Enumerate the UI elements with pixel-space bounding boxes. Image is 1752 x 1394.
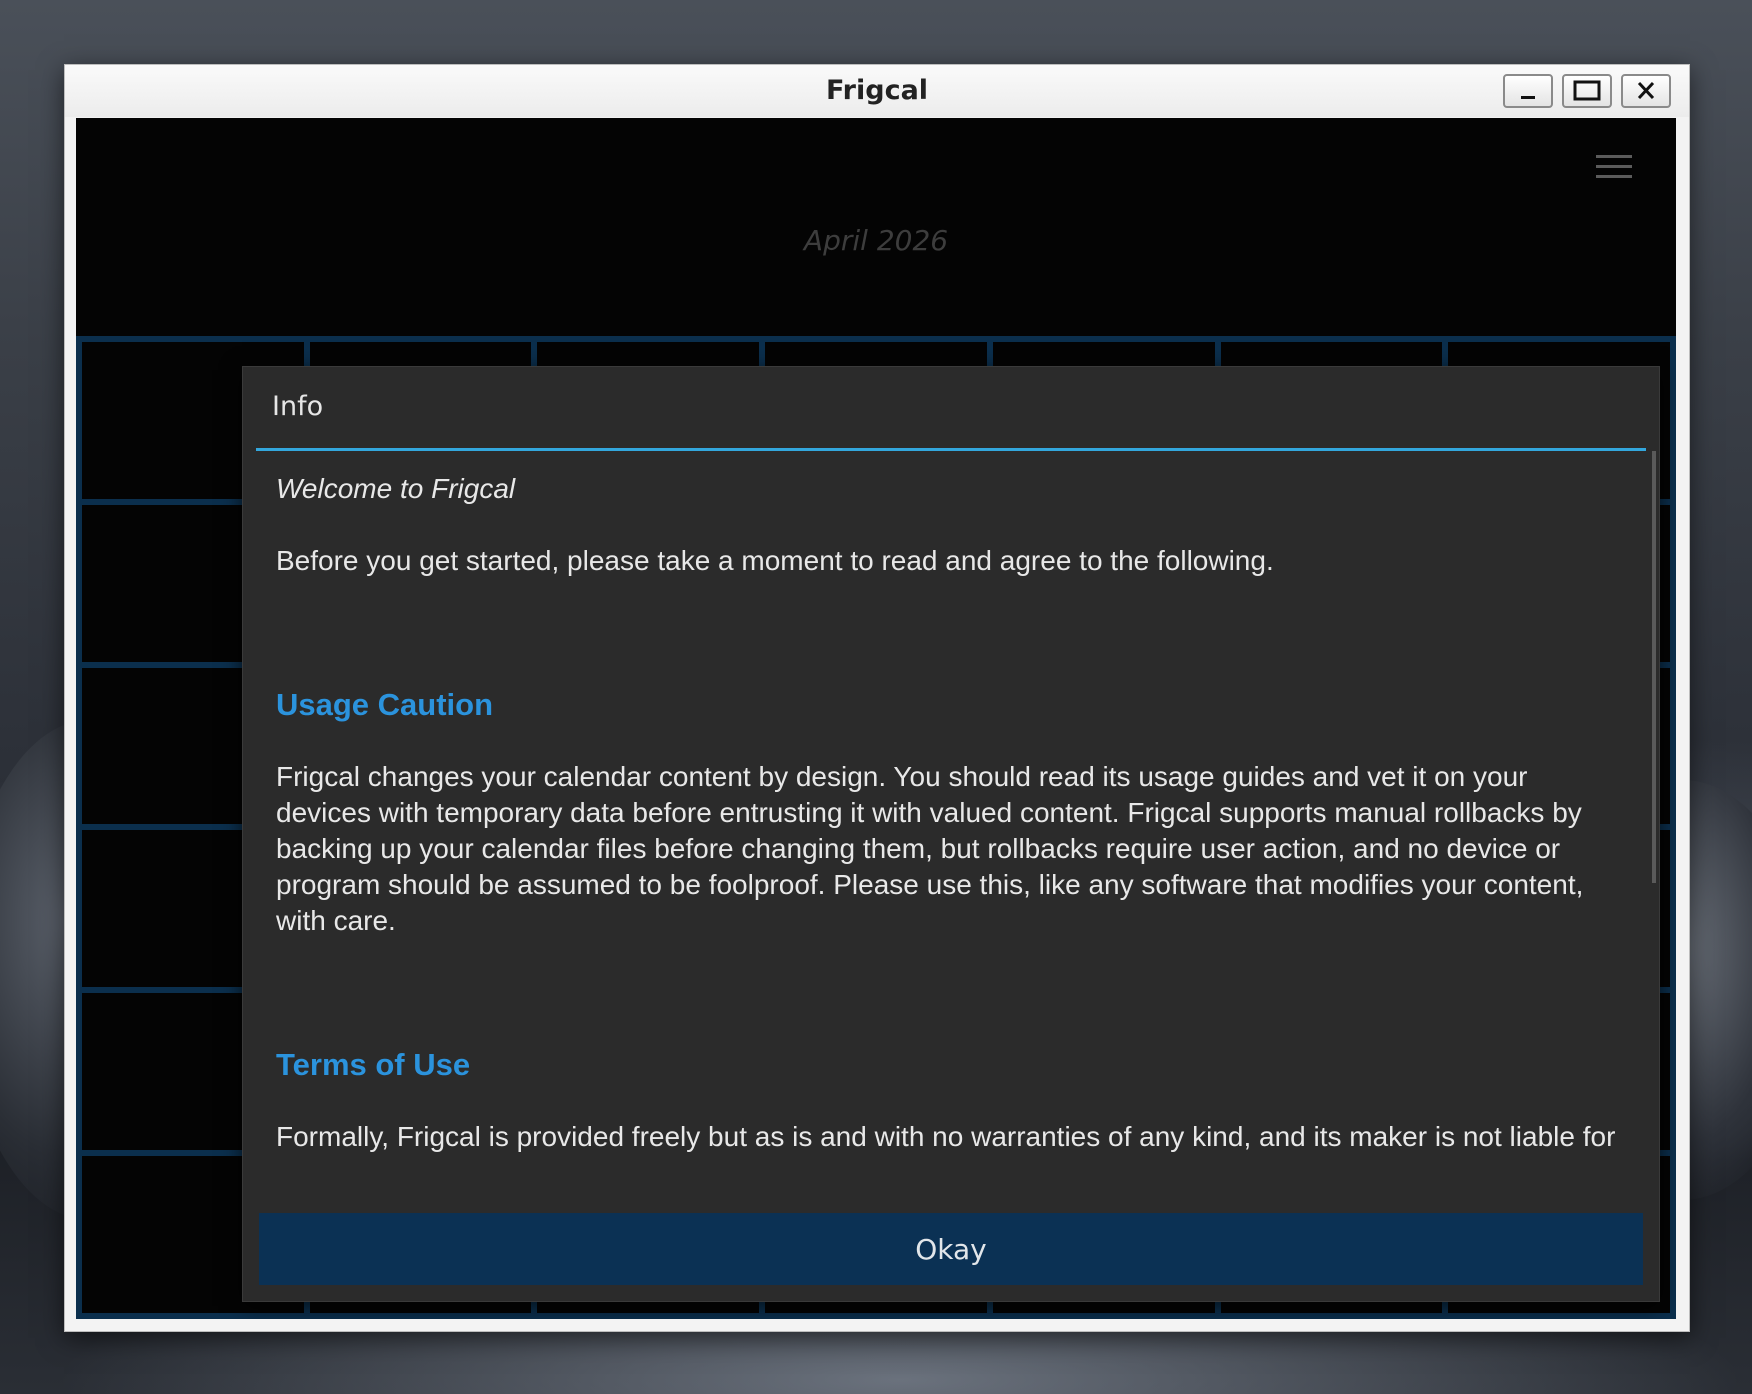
dialog-title: Info	[272, 391, 324, 422]
close-icon	[1637, 81, 1655, 100]
close-button[interactable]	[1621, 74, 1671, 108]
usage-caution-heading: Usage Caution	[276, 687, 494, 722]
welcome-text: Welcome to Frigcal	[276, 473, 516, 504]
app-client-area: April 2026 Info Welcome to Frigcal Befor…	[76, 118, 1676, 1319]
window-title: Frigcal	[825, 75, 929, 106]
info-dialog: Info Welcome to Frigcal Before you get s…	[242, 366, 1660, 1302]
usage-caution-text: Frigcal changes your calendar content by…	[276, 761, 1584, 936]
app-window: Frigcal April 2026 Info Welcome to Frigc…	[64, 64, 1690, 1332]
terms-of-use-heading: Terms of Use	[276, 1047, 471, 1082]
menu-bar-line	[1596, 155, 1632, 158]
maximize-icon	[1573, 80, 1601, 101]
dialog-scrollbar[interactable]	[1652, 451, 1656, 1161]
window-titlebar[interactable]: Frigcal	[65, 65, 1689, 117]
month-title: April 2026	[803, 224, 949, 257]
minimize-icon	[1521, 96, 1535, 99]
desktop-background: Frigcal April 2026 Info Welcome to Frigc…	[0, 0, 1752, 1394]
hamburger-menu-icon[interactable]	[1594, 152, 1634, 182]
intro-text: Before you get started, please take a mo…	[276, 545, 1274, 576]
dialog-text-body: Welcome to Frigcal Before you get starte…	[276, 471, 1626, 1161]
menu-bar-line	[1596, 165, 1632, 168]
dialog-scroll-content[interactable]: Welcome to Frigcal Before you get starte…	[256, 451, 1646, 1161]
terms-of-use-text: Formally, Frigcal is provided freely but…	[276, 1121, 1616, 1161]
menu-bar-line	[1596, 175, 1632, 178]
scrollbar-thumb[interactable]	[1652, 451, 1656, 883]
maximize-button[interactable]	[1562, 74, 1612, 108]
okay-button[interactable]: Okay	[259, 1213, 1643, 1285]
minimize-button[interactable]	[1503, 74, 1553, 108]
